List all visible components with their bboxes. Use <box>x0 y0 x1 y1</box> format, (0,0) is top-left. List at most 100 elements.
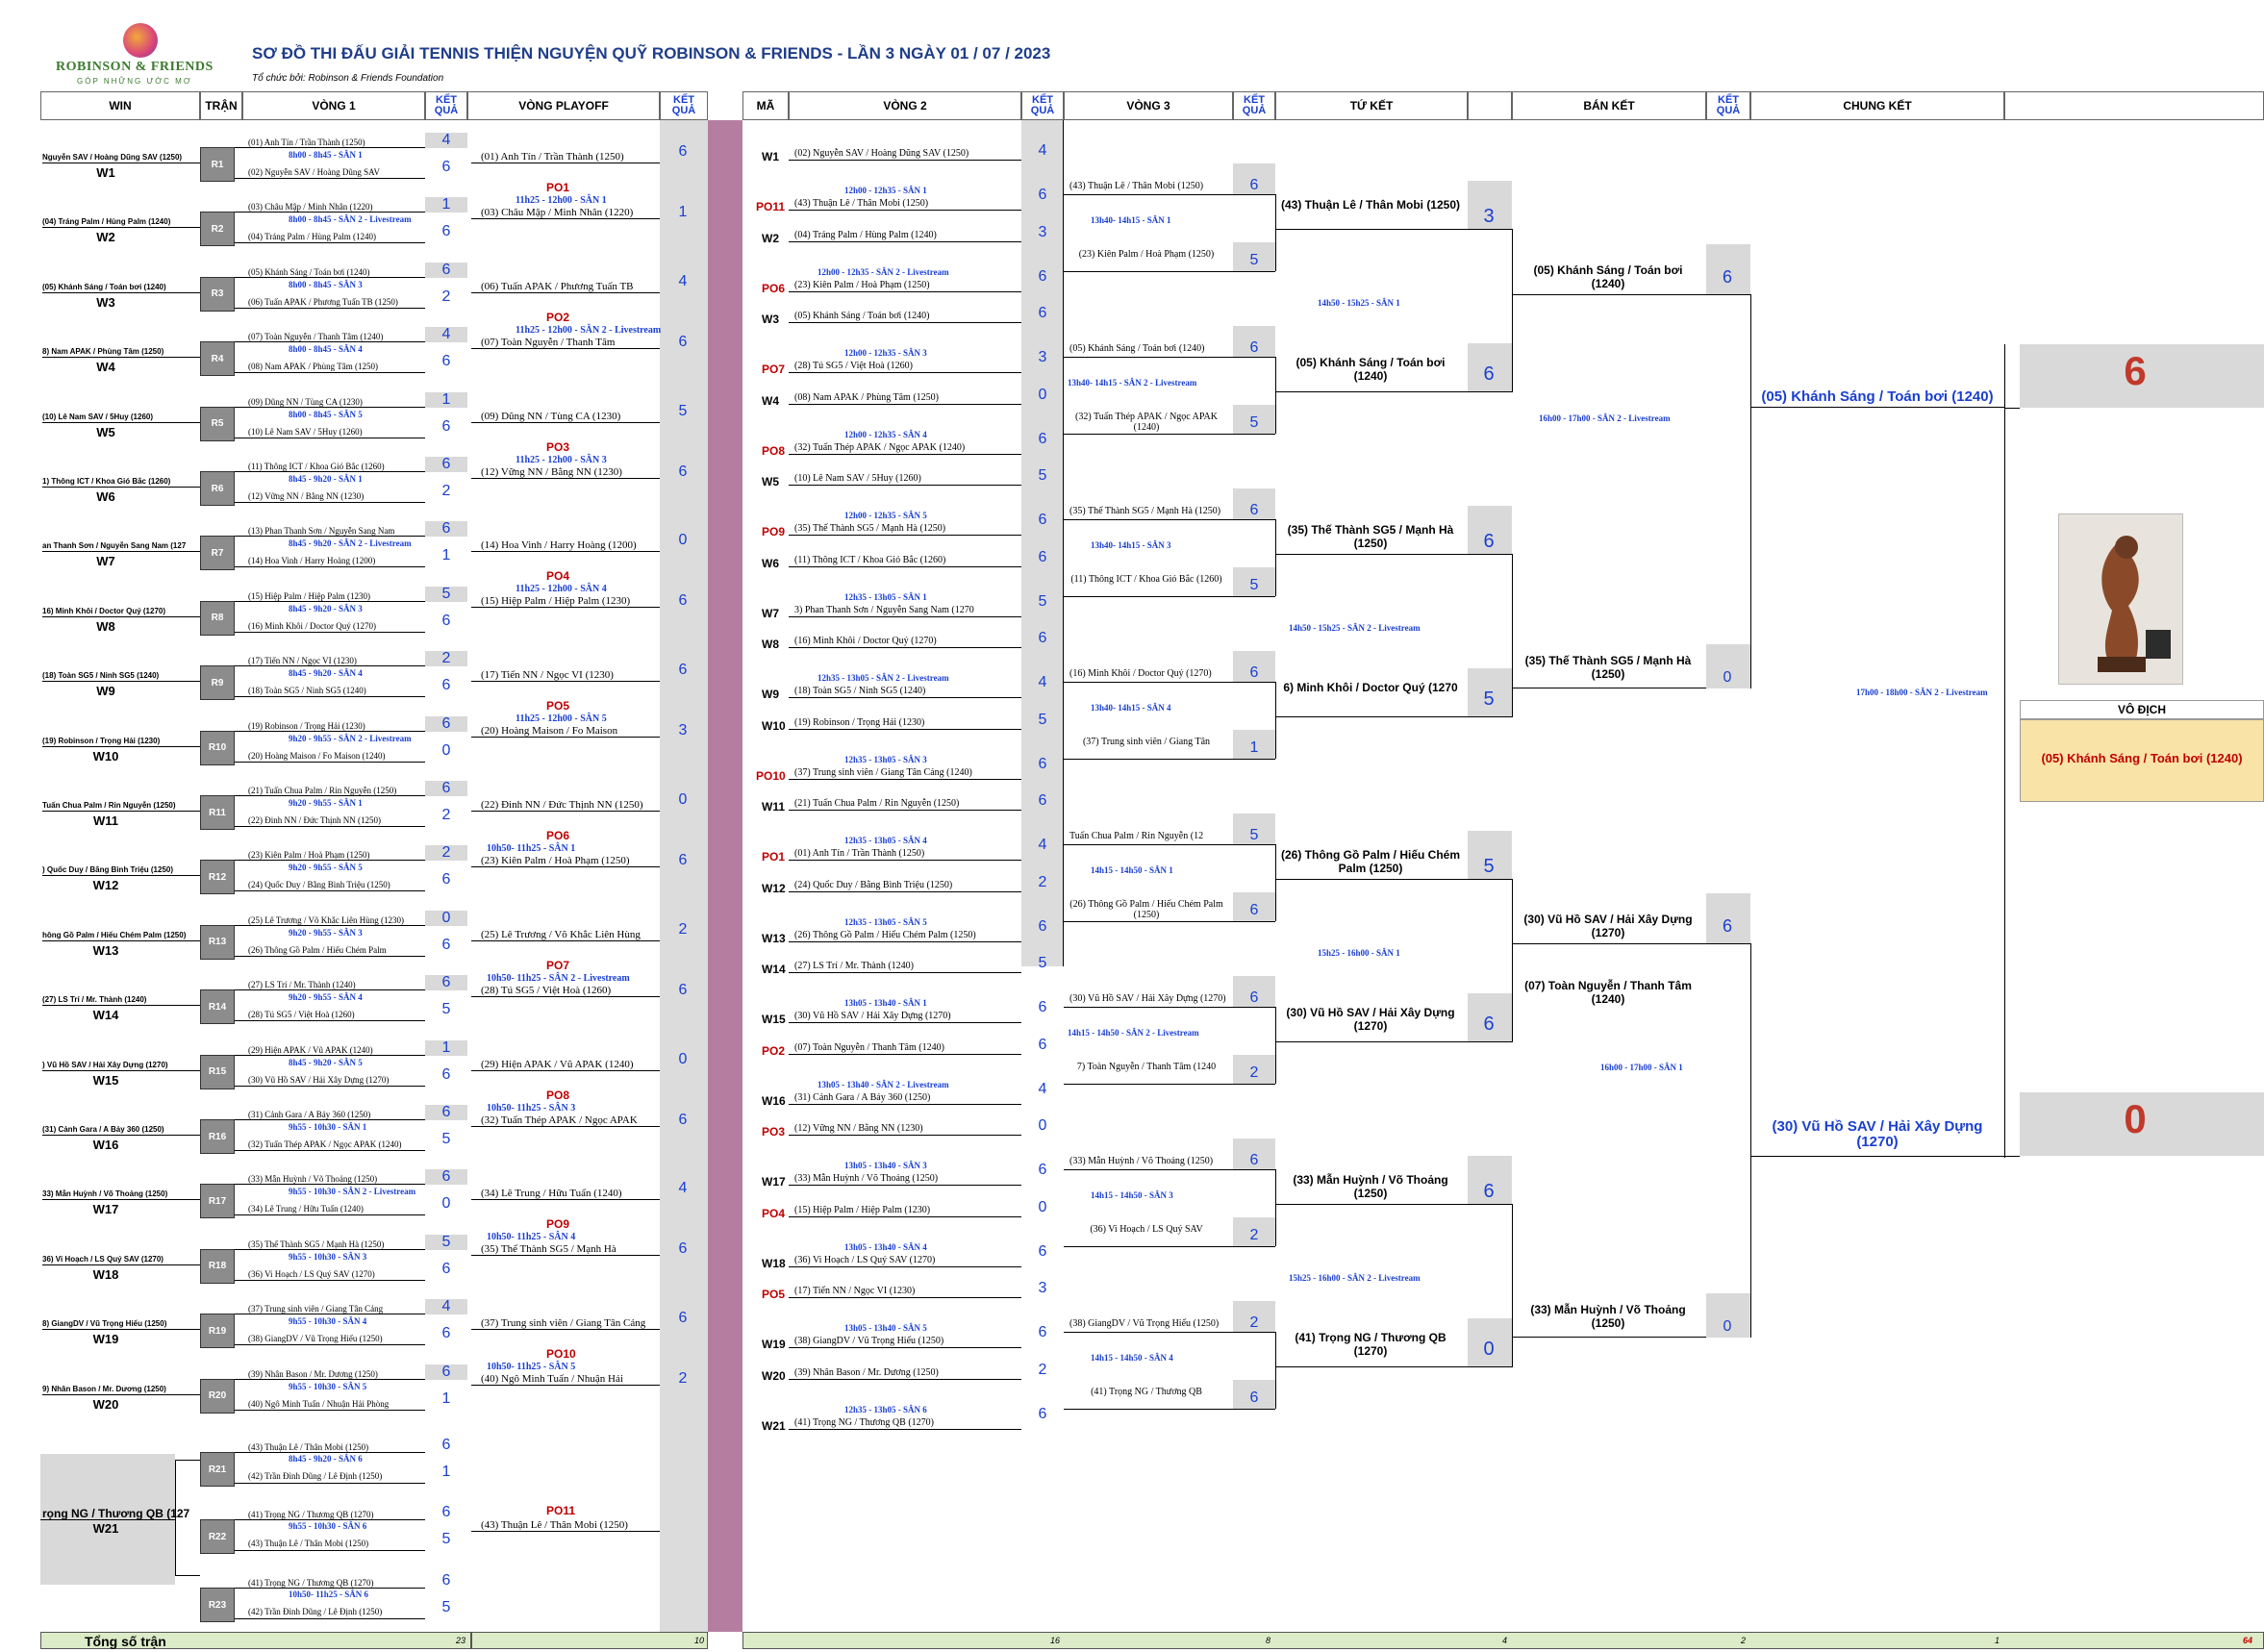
header-blank <box>2004 91 2264 120</box>
bracket-line <box>235 1279 425 1281</box>
bracket-line <box>1275 519 1276 596</box>
bracket-line <box>789 210 1021 211</box>
trophy-image <box>2058 513 2183 685</box>
footer-row-2 <box>471 1632 708 1649</box>
score-b: 6 <box>441 936 451 953</box>
bracket-line <box>235 1519 425 1520</box>
round3-time: 13h40- 14h15 - SÂN 1 <box>1091 215 1171 225</box>
header-tuket: TỨ KẾT <box>1275 91 1468 120</box>
team-b: (28) Tú SG5 / Việt Hoà (1260) <box>248 1010 355 1020</box>
bracket-line <box>235 147 425 148</box>
bracket-line <box>1275 716 1512 717</box>
quarter-score-b: 6 <box>1483 1014 1495 1035</box>
bracket-line <box>235 600 425 602</box>
match-time: 9h20 - 9h55 - SÂN 2 - Livestream <box>289 733 412 743</box>
score-a: 6 <box>441 1504 451 1520</box>
bracket-line <box>42 1393 200 1395</box>
bracket-line <box>789 565 1021 567</box>
semi-score-b: 0 <box>1723 669 1732 686</box>
score-b: 0 <box>441 741 451 759</box>
match-code: R8 <box>200 600 235 636</box>
bracket-line <box>1750 943 1751 1338</box>
playoff-score-a: 2 <box>678 920 688 938</box>
header-win: WIN <box>40 91 200 120</box>
playoff-time: 10h50- 11h25 - SÂN 2 - Livestream <box>487 972 630 984</box>
bracket-line <box>235 1085 425 1087</box>
round2-time: 12h00 - 12h35 - SÂN 2 - Livestream <box>818 266 949 277</box>
playoff-team-a: (29) Hiện APAK / Vũ APAK (1240) <box>481 1058 634 1070</box>
round2-code-b: W9 <box>762 688 779 701</box>
round3-team-a: (16) Minh Khôi / Doctor Quý (1270) <box>1069 668 1212 679</box>
quarter-time: 14h50 - 15h25 - SÂN 2 - Livestream <box>1289 623 1421 633</box>
team-a: (19) Robinson / Trọng Hải (1230) <box>248 720 365 731</box>
round2-code-a: PO3 <box>762 1125 786 1139</box>
round3-team-b: (41) Trọng NG / Thương QB <box>1091 1387 1202 1397</box>
match-code: R15 <box>200 1054 235 1089</box>
round2-time: 13h05 - 13h40 - SÂN 4 <box>844 1241 927 1252</box>
playoff-team-a: (06) Tuấn APAK / Phương Tuấn TB <box>481 280 634 292</box>
round2-team-a: (19) Robinson / Trọng Hải (1230) <box>794 716 925 728</box>
win-team-name: 36) Vi Hoạch / LS Quý SAV (1270) <box>42 1254 164 1264</box>
bracket-line <box>1064 519 1275 520</box>
score-b: 1 <box>441 1389 451 1407</box>
team-b: (42) Trần Đình Dũng / Lê Định (1250) <box>248 1607 383 1616</box>
bracket-line <box>789 1265 1021 1267</box>
quarter-time: 15h25 - 16h00 - SÂN 1 <box>1318 948 1400 958</box>
win-code: W9 <box>96 684 115 699</box>
round2-score-a: 6 <box>1038 1036 1047 1053</box>
bracket-line <box>235 307 425 309</box>
bracket-line <box>789 160 1021 161</box>
match-code: R13 <box>200 924 235 960</box>
match-time: 9h55 - 10h30 - SÂN 1 <box>289 1122 367 1132</box>
team-a: (41) Trọng NG / Thương QB (1270) <box>248 1510 374 1519</box>
bracket-line <box>1275 554 1512 555</box>
round3-time: 13h40- 14h15 - SÂN 3 <box>1091 540 1171 550</box>
win-code: W2 <box>96 230 115 245</box>
champion-name: (05) Khánh Sáng / Toán bơi (1240) <box>2041 751 2243 765</box>
round2-score-b: 3 <box>1038 349 1047 365</box>
footer-count-6: 2 <box>1741 1636 1747 1645</box>
round2-time: 13h05 - 13h40 - SÂN 3 <box>844 1161 927 1170</box>
match-code: R3 <box>200 276 235 312</box>
score-a: 4 <box>441 326 451 343</box>
bracket-line <box>789 647 1021 648</box>
semi-time: 16h00 - 17h00 - SÂN 2 - Livestream <box>1539 413 1671 423</box>
bracket-line <box>235 1214 425 1216</box>
header-vong1: VÒNG 1 <box>242 91 425 120</box>
bracket-line <box>235 696 425 698</box>
score-a: 4 <box>441 132 451 148</box>
quarter-score-a: 6 <box>1483 1181 1495 1202</box>
team-b: (42) Trần Đình Dũng / Lê Định (1250) <box>248 1471 383 1481</box>
match-time: 9h55 - 10h30 - SÂN 5 <box>289 1381 367 1391</box>
team-a: (01) Anh Tín / Trần Thành (1250) <box>248 138 365 147</box>
score-b: 6 <box>441 1260 451 1277</box>
bracket-line <box>42 227 200 229</box>
playoff-score-b: 6 <box>678 981 688 998</box>
win-code: W20 <box>92 1396 119 1412</box>
match-code: R20 <box>200 1378 235 1414</box>
bracket-line <box>471 421 660 423</box>
bracket-line <box>1064 682 1275 683</box>
round3-score-a: 6 <box>1249 1152 1259 1168</box>
team-b: (06) Tuấn APAK / Phương Tuấn TB (1250) <box>248 296 398 307</box>
team-b: (32) Tuấn Thép APAK / Ngọc APAK (1240) <box>248 1139 402 1149</box>
round2-team-a: (04) Tráng Palm / Hùng Palm (1240) <box>794 229 937 240</box>
bracket-line <box>1064 596 1275 597</box>
playoff-code: PO5 <box>546 699 570 713</box>
team-b: (20) Hoàng Maison / Fo Maison (1240) <box>248 750 386 761</box>
round2-team-b: (01) Anh Tín / Trần Thành (1250) <box>794 848 925 859</box>
bracket-line <box>235 795 425 796</box>
playoff-score-b: 6 <box>678 592 688 610</box>
bracket-line <box>235 1483 425 1484</box>
bracket-line <box>1512 879 1513 1042</box>
bracket-line <box>235 1119 425 1120</box>
round2-score-a: 6 <box>1038 548 1047 565</box>
final-team-a: (05) Khánh Sáng / Toán bơi (1240) <box>1761 388 1994 405</box>
round3-score-a: 6 <box>1249 664 1259 681</box>
quarter-time: 14h50 - 15h25 - SÂN 1 <box>1318 298 1400 308</box>
team-a: (35) Thế Thành SG5 / Mạnh Hà (1250) <box>248 1239 385 1249</box>
score-b: 2 <box>441 483 451 499</box>
playoff-team-a: (22) Đinh NN / Đức Thịnh NN (1250) <box>481 799 643 811</box>
match-code: R17 <box>200 1184 235 1219</box>
playoff-score-a: 4 <box>678 272 688 289</box>
